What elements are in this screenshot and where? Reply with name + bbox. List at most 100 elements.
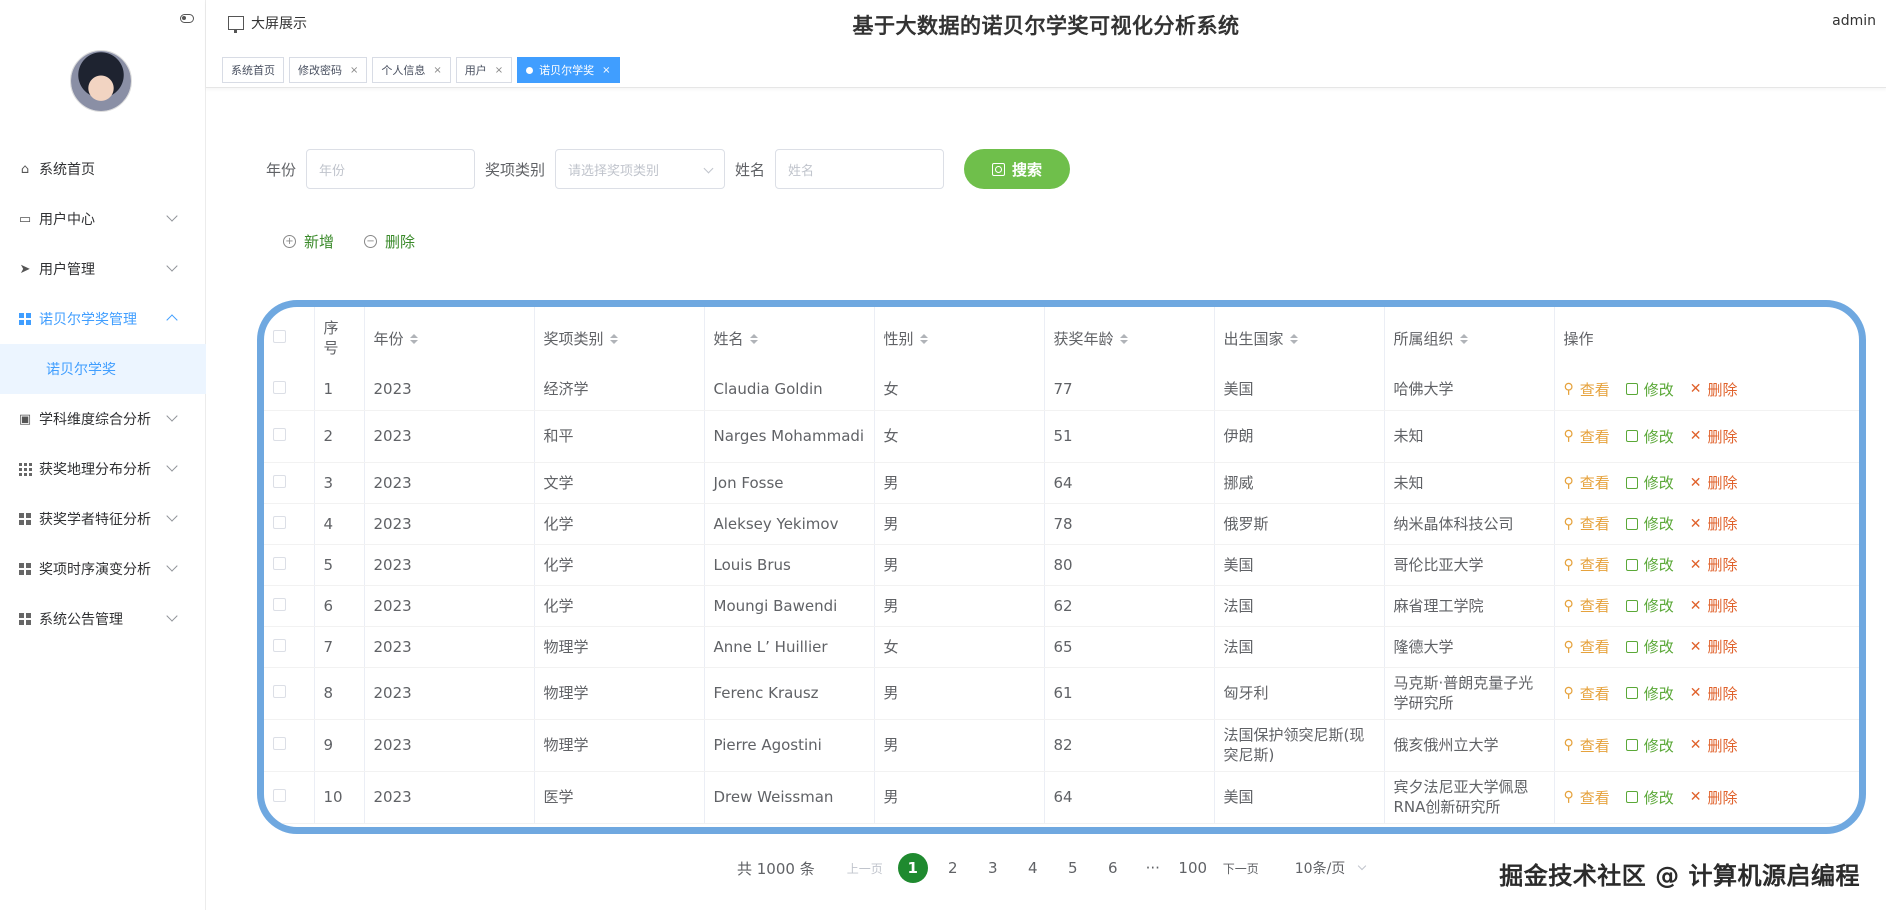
- page-button[interactable]: 6: [1098, 853, 1128, 883]
- row-checkbox[interactable]: [273, 597, 286, 611]
- row-checkbox[interactable]: [273, 515, 286, 529]
- close-icon[interactable]: ×: [602, 65, 610, 76]
- row-checkbox-cell[interactable]: [264, 410, 315, 463]
- search-button[interactable]: 搜索: [964, 149, 1071, 189]
- tab-profile[interactable]: 个人信息 ×: [372, 57, 451, 83]
- page-button[interactable]: 2: [938, 853, 968, 883]
- select-all-checkbox-cell[interactable]: [264, 307, 315, 369]
- edit-button[interactable]: 修改: [1625, 683, 1674, 704]
- add-button[interactable]: + 新增: [283, 231, 334, 252]
- row-checkbox-cell[interactable]: [264, 719, 315, 772]
- row-checkbox-cell[interactable]: [264, 369, 315, 411]
- sort-icon[interactable]: [1289, 334, 1298, 344]
- user-name[interactable]: admin: [1832, 13, 1876, 29]
- page-button[interactable]: 5: [1058, 853, 1088, 883]
- sort-icon[interactable]: [609, 334, 618, 344]
- edit-button[interactable]: 修改: [1625, 787, 1674, 808]
- view-button[interactable]: ⚲ 查看: [1564, 554, 1610, 575]
- prev-page-button[interactable]: 上一页: [847, 860, 883, 877]
- sort-icon[interactable]: [1459, 334, 1468, 344]
- edit-button[interactable]: 修改: [1625, 735, 1674, 756]
- row-checkbox[interactable]: [273, 638, 286, 652]
- row-checkbox-cell[interactable]: [264, 667, 315, 720]
- col-header-organization[interactable]: 所属组织: [1384, 307, 1555, 369]
- page-button[interactable]: 4: [1018, 853, 1048, 883]
- tab-user[interactable]: 用户 ×: [455, 57, 513, 83]
- edit-button[interactable]: 修改: [1625, 636, 1674, 657]
- delete-row-button[interactable]: ✕ 删除: [1690, 735, 1738, 756]
- name-input[interactable]: 姓名: [775, 149, 945, 189]
- row-checkbox[interactable]: [273, 556, 286, 570]
- close-icon[interactable]: ×: [495, 65, 503, 76]
- col-header-country[interactable]: 出生国家: [1214, 307, 1385, 369]
- sidebar-item-user-center[interactable]: ▭ 用户中心: [0, 194, 206, 244]
- delete-row-button[interactable]: ✕ 删除: [1690, 513, 1738, 534]
- sidebar-item-user-management[interactable]: ➤ 用户管理: [0, 244, 206, 294]
- row-checkbox[interactable]: [273, 381, 286, 395]
- table-row[interactable]: 5 2023 化学 Louis Brus 男 80 美国 哥伦比亚大学 ⚲ 查看 修改 ✕ 删除: [264, 544, 1859, 586]
- sort-icon[interactable]: [1119, 334, 1128, 344]
- more-pages-icon[interactable]: ···: [1138, 853, 1168, 883]
- view-button[interactable]: ⚲ 查看: [1564, 472, 1610, 493]
- delete-row-button[interactable]: ✕ 删除: [1690, 636, 1738, 657]
- col-header-category[interactable]: 奖项类别: [534, 307, 705, 369]
- sort-icon[interactable]: [749, 334, 758, 344]
- col-header-age[interactable]: 获奖年龄: [1044, 307, 1215, 369]
- delete-row-button[interactable]: ✕ 删除: [1690, 426, 1738, 447]
- delete-row-button[interactable]: ✕ 删除: [1690, 554, 1738, 575]
- table-row[interactable]: 9 2023 物理学 Pierre Agostini 男 82 法国保护领突尼斯(现突尼斯)…: [264, 719, 1859, 772]
- row-checkbox-cell[interactable]: [264, 462, 315, 504]
- sidebar-item-time-analysis[interactable]: 奖项时序演变分析: [0, 544, 206, 594]
- row-checkbox[interactable]: [273, 737, 286, 750]
- page-button[interactable]: 100: [1178, 853, 1208, 883]
- delete-row-button[interactable]: ✕ 删除: [1690, 595, 1738, 616]
- edit-button[interactable]: 修改: [1625, 513, 1674, 534]
- view-button[interactable]: ⚲ 查看: [1564, 595, 1610, 616]
- table-row[interactable]: 10 2023 医学 Drew Weissman 男 64 美国 宾夕法尼亚大学佩恩RNA创新…: [264, 771, 1859, 824]
- view-button[interactable]: ⚲ 查看: [1564, 636, 1610, 657]
- view-button[interactable]: ⚲ 查看: [1564, 683, 1610, 704]
- row-checkbox[interactable]: [273, 428, 286, 441]
- table-row[interactable]: 7 2023 物理学 Anne L’ Huillier 女 65 法国 隆德大学 ⚲ 查看 修改 ✕ 删…: [264, 626, 1859, 668]
- sidebar-item-announcement[interactable]: 系统公告管理: [0, 594, 206, 644]
- delete-row-button[interactable]: ✕ 删除: [1690, 683, 1738, 704]
- view-button[interactable]: ⚲ 查看: [1564, 379, 1610, 400]
- tab-change-password[interactable]: 修改密码 ×: [289, 57, 368, 83]
- page-button-current[interactable]: 1: [897, 853, 928, 883]
- delete-row-button[interactable]: ✕ 删除: [1690, 472, 1738, 493]
- select-all-checkbox[interactable]: [273, 330, 286, 343]
- view-button[interactable]: ⚲ 查看: [1564, 513, 1610, 534]
- row-checkbox-cell[interactable]: [264, 585, 315, 627]
- edit-button[interactable]: 修改: [1625, 426, 1674, 447]
- page-button[interactable]: 3: [978, 853, 1008, 883]
- sort-icon[interactable]: [409, 334, 418, 344]
- row-checkbox[interactable]: [273, 685, 286, 698]
- table-row[interactable]: 1 2023 经济学 Claudia Goldin 女 77 美国 哈佛大学 ⚲ 查看 修改 ✕ 删除: [264, 369, 1859, 411]
- view-button[interactable]: ⚲ 查看: [1564, 735, 1610, 756]
- year-input[interactable]: 年份: [306, 149, 476, 189]
- table-row[interactable]: 3 2023 文学 Jon Fosse 男 64 挪威 未知 ⚲ 查看 修改 ✕ 删除: [264, 462, 1859, 504]
- view-button[interactable]: ⚲ 查看: [1564, 426, 1610, 447]
- col-header-year[interactable]: 年份: [364, 307, 535, 369]
- toggle-icon[interactable]: [180, 14, 194, 23]
- table-row[interactable]: 6 2023 化学 Moungi Bawendi 男 62 法国 麻省理工学院 ⚲ 查看 修改 ✕ 删除: [264, 585, 1859, 627]
- sort-icon[interactable]: [919, 334, 928, 344]
- edit-button[interactable]: 修改: [1625, 595, 1674, 616]
- table-row[interactable]: 2 2023 和平 Narges Mohammadi 女 51 伊朗 未知 ⚲ 查看 修改 ✕ 删除: [264, 410, 1859, 463]
- col-header-name[interactable]: 姓名: [704, 307, 875, 369]
- delete-row-button[interactable]: ✕ 删除: [1690, 787, 1738, 808]
- col-header-gender[interactable]: 性别: [874, 307, 1045, 369]
- delete-row-button[interactable]: ✕ 删除: [1690, 379, 1738, 400]
- close-icon[interactable]: ×: [433, 65, 441, 76]
- view-button[interactable]: ⚲ 查看: [1564, 787, 1610, 808]
- delete-button[interactable]: − 删除: [364, 231, 415, 252]
- edit-button[interactable]: 修改: [1625, 554, 1674, 575]
- sidebar-item-nobel-management[interactable]: 诺贝尔学奖管理: [0, 294, 206, 344]
- page-size-select[interactable]: 10条/页: [1295, 858, 1368, 878]
- tab-nobel[interactable]: 诺贝尔学奖 ×: [517, 57, 620, 83]
- next-page-button[interactable]: 下一页: [1223, 860, 1259, 877]
- close-icon[interactable]: ×: [350, 65, 358, 76]
- tab-home[interactable]: 系统首页: [222, 57, 284, 83]
- row-checkbox[interactable]: [273, 789, 286, 802]
- row-checkbox[interactable]: [273, 474, 286, 488]
